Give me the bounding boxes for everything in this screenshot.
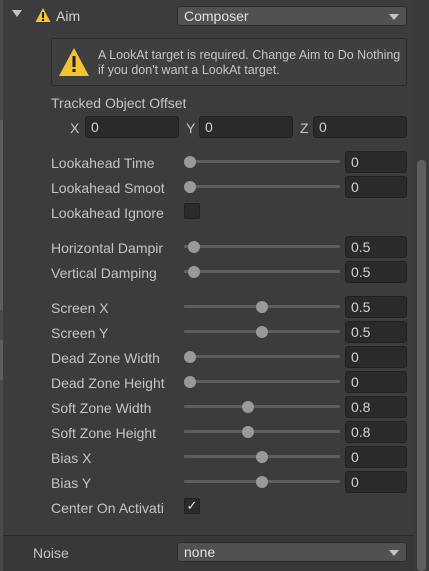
bias-x-label: Bias X (51, 450, 92, 466)
warning-icon (59, 48, 89, 76)
aim-section: Aim Composer A LookAt target is required… (3, 0, 414, 536)
aim-header: Aim Composer (3, 4, 414, 30)
soft-zone-height-slider[interactable] (184, 430, 340, 433)
slider-knob[interactable] (187, 241, 200, 253)
tracked-offset-label: Tracked Object Offset (51, 95, 187, 111)
center-on-activate-label: Center On Activati (51, 500, 164, 516)
dead-zone-height-slider[interactable] (184, 380, 340, 383)
offset-x-label: X (70, 120, 80, 136)
lookahead-time-slider[interactable] (184, 160, 340, 163)
bias-y-field[interactable]: 0 (345, 471, 407, 493)
lookahead-smoothing-field[interactable]: 0 (345, 176, 407, 198)
offset-y-label: Y (186, 120, 196, 136)
soft-zone-height-field[interactable]: 0.8 (345, 421, 407, 443)
lookahead-smoothing-slider[interactable] (184, 185, 340, 188)
slider-knob[interactable] (256, 476, 268, 488)
offset-z-field[interactable]: 0 (313, 116, 407, 138)
aim-dropdown-value: Composer (184, 8, 249, 24)
lookahead-ignore-checkbox[interactable] (184, 203, 200, 219)
vertical-scrollbar[interactable] (414, 0, 429, 571)
lookahead-smoothing-label: Lookahead Smoot (51, 180, 165, 196)
aim-label: Aim (56, 8, 81, 24)
noise-section: Noise none (3, 537, 414, 571)
slider-knob[interactable] (184, 351, 196, 363)
bias-x-field[interactable]: 0 (345, 446, 407, 468)
slider-knob[interactable] (184, 156, 196, 168)
chevron-down-icon (389, 14, 399, 20)
noise-label: Noise (33, 545, 69, 561)
screen-x-field[interactable]: 0.5 (345, 296, 407, 318)
offset-y-field[interactable]: 0 (199, 116, 293, 138)
scrollbar-thumb[interactable] (417, 160, 426, 571)
dead-zone-width-slider[interactable] (184, 355, 340, 358)
dead-zone-width-field[interactable]: 0 (345, 346, 407, 368)
dead-zone-height-field[interactable]: 0 (345, 371, 407, 393)
soft-zone-height-label: Soft Zone Height (51, 425, 157, 441)
aim-dropdown[interactable]: Composer (177, 6, 407, 26)
vertical-damping-field[interactable]: 0.5 (345, 261, 407, 283)
vertical-damping-slider[interactable] (184, 270, 340, 273)
slider-knob[interactable] (256, 301, 268, 313)
checkmark-icon: ✓ (186, 498, 198, 513)
dead-zone-height-label: Dead Zone Height (51, 375, 165, 391)
help-message: A LookAt target is required. Change Aim … (98, 48, 401, 77)
help-box: A LookAt target is required. Change Aim … (51, 38, 407, 86)
warning-icon (35, 8, 51, 22)
soft-zone-width-field[interactable]: 0.8 (345, 396, 407, 418)
horizontal-damping-label: Horizontal Dampir (51, 240, 164, 256)
noise-dropdown-value: none (184, 544, 216, 560)
screen-y-label: Screen Y (51, 325, 109, 341)
dead-zone-width-label: Dead Zone Width (51, 350, 160, 366)
offset-z-label: Z (300, 120, 309, 136)
slider-knob[interactable] (241, 426, 254, 438)
center-on-activate-checkbox[interactable]: ✓ (184, 498, 200, 514)
slider-knob[interactable] (256, 451, 268, 463)
slider-knob[interactable] (241, 401, 254, 413)
bias-y-label: Bias Y (51, 475, 92, 491)
lookahead-ignore-label: Lookahead Ignore (51, 205, 164, 221)
lookahead-time-field[interactable]: 0 (345, 151, 407, 173)
slider-knob[interactable] (184, 181, 196, 193)
lookahead-time-label: Lookahead Time (51, 155, 155, 171)
slider-knob[interactable] (187, 266, 200, 278)
noise-dropdown[interactable]: none (177, 542, 407, 562)
foldout-arrow-icon[interactable] (12, 10, 22, 17)
screen-y-field[interactable]: 0.5 (345, 321, 407, 343)
offset-x-field[interactable]: 0 (85, 116, 179, 138)
slider-knob[interactable] (184, 376, 196, 388)
vertical-damping-label: Vertical Damping (51, 265, 157, 281)
chevron-down-icon (389, 550, 399, 556)
soft-zone-width-slider[interactable] (184, 405, 340, 408)
screen-x-label: Screen X (51, 300, 109, 316)
horizontal-damping-slider[interactable] (184, 245, 340, 248)
slider-knob[interactable] (256, 326, 268, 338)
soft-zone-width-label: Soft Zone Width (51, 400, 152, 416)
horizontal-damping-field[interactable]: 0.5 (345, 236, 407, 258)
